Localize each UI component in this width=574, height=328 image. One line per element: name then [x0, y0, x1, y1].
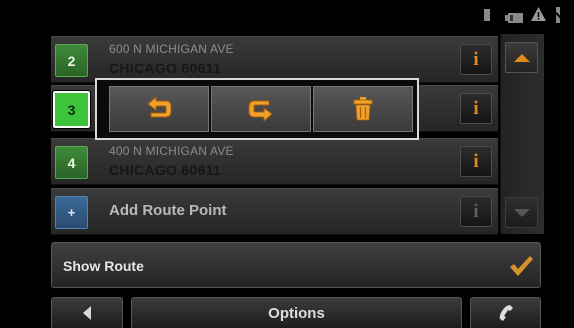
add-route-point-row[interactable]: + Add Route Point i [51, 188, 498, 235]
screen: { "route_points": [ {"number": "2", "add… [0, 0, 574, 328]
route-point-city: CHICAGO 60611 [109, 60, 222, 76]
route-point-number: 4 [55, 146, 88, 179]
route-point-actions-popup [95, 78, 419, 140]
info-button[interactable]: i [460, 146, 492, 177]
route-point-number: 3 [52, 90, 91, 129]
show-route-label: Show Route [63, 258, 144, 274]
route-point-number: 2 [55, 44, 88, 77]
info-button[interactable]: i [460, 44, 492, 75]
warning-icon [531, 7, 546, 26]
no-signal-icon [551, 7, 565, 28]
scroll-down-button [505, 197, 538, 228]
move-down-button[interactable] [211, 86, 311, 132]
add-route-point-label: Add Route Point [109, 202, 227, 219]
back-button[interactable] [51, 297, 123, 328]
phone-button[interactable] [470, 297, 541, 328]
move-up-icon [147, 96, 172, 118]
route-point-row-2[interactable]: 2 600 N MICHIGAN AVE CHICAGO 60611 i [51, 36, 498, 83]
move-down-icon [248, 100, 273, 122]
battery-icon [505, 10, 523, 28]
phone-icon [499, 305, 513, 321]
bookmark-icon [483, 8, 491, 27]
route-point-city: CHICAGO 60611 [109, 162, 222, 178]
move-up-button[interactable] [109, 86, 209, 132]
route-point-row-4[interactable]: 4 400 N MICHIGAN AVE CHICAGO 60611 i [51, 138, 498, 185]
back-arrow-icon [83, 306, 91, 320]
triangle-down-icon [513, 208, 530, 217]
route-point-address: 600 N MICHIGAN AVE [109, 42, 234, 56]
info-button[interactable]: i [460, 93, 492, 124]
scrollbar[interactable] [500, 34, 544, 234]
scroll-up-button[interactable] [505, 42, 538, 73]
checkmark-icon [510, 256, 533, 276]
route-point-address: 400 N MICHIGAN AVE [109, 144, 234, 158]
add-icon: + [55, 196, 88, 229]
triangle-up-icon [513, 53, 530, 62]
info-button: i [460, 196, 492, 227]
options-label: Options [268, 304, 325, 322]
delete-button[interactable] [313, 86, 413, 132]
options-button[interactable]: Options [131, 297, 462, 328]
show-route-button[interactable]: Show Route [51, 242, 541, 288]
delete-icon [353, 97, 373, 121]
